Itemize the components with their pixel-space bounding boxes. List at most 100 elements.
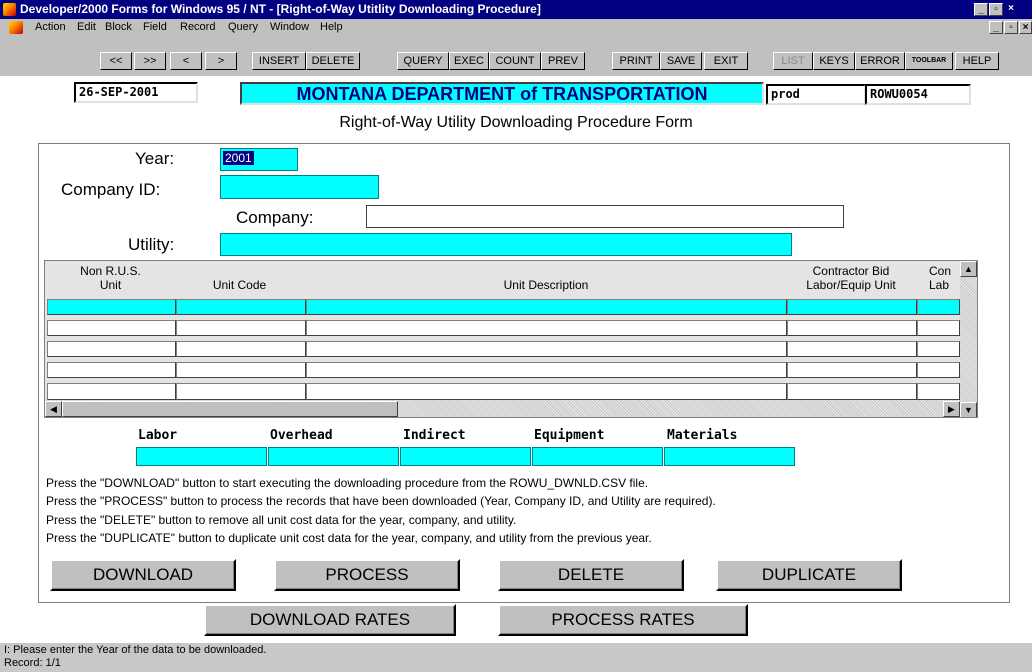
grid-cell[interactable] [787, 383, 917, 400]
company-id-field[interactable] [220, 175, 379, 199]
status-message: I: Please enter the Year of the data to … [4, 644, 267, 656]
grid-cell[interactable] [917, 320, 960, 336]
minimize-button[interactable]: _ [974, 3, 988, 16]
labor-total-field[interactable] [136, 447, 267, 466]
menu-query[interactable]: Query [228, 21, 258, 33]
col-header-line1: Contractor Bid [812, 264, 890, 278]
next-record-button[interactable]: > [205, 52, 237, 70]
mdi-restore-button[interactable]: ▫ [1004, 21, 1018, 34]
process-rates-button[interactable]: PROCESS RATES [498, 604, 748, 636]
mdi-close-button[interactable]: × [1019, 21, 1032, 34]
year-field[interactable]: 2001 [220, 148, 298, 171]
grid-cell[interactable] [176, 362, 306, 378]
grid-cell[interactable] [176, 341, 306, 357]
mdi-minimize-button[interactable]: _ [989, 21, 1003, 34]
menu-help[interactable]: Help [320, 21, 343, 33]
equipment-total-field[interactable] [532, 447, 663, 466]
record-indicator: Record: 1/1 [4, 657, 61, 669]
overhead-total-field[interactable] [268, 447, 399, 466]
unit-grid: Non R.U.S. Unit Unit Code Unit Descripti… [44, 260, 978, 418]
toolbar-toggle-button[interactable]: TOOLBAR [905, 52, 953, 70]
year-label: Year: [135, 149, 175, 168]
insert-button[interactable]: INSERT [252, 52, 306, 70]
menu-field[interactable]: Field [143, 21, 167, 33]
col-header-unit-description: Unit Description [503, 278, 589, 292]
database-field: prod [766, 84, 866, 105]
company-field[interactable] [366, 205, 844, 228]
title-bar[interactable]: Developer/2000 Forms for Windows 95 / NT… [0, 0, 1032, 19]
scroll-right-icon[interactable]: ▶ [943, 401, 960, 417]
vertical-scrollbar[interactable]: ▲ ▼ [960, 261, 977, 417]
document-icon[interactable] [9, 21, 23, 34]
grid-cell[interactable] [787, 320, 917, 336]
grid-cell[interactable] [306, 383, 787, 400]
query-button[interactable]: QUERY [397, 52, 449, 70]
menu-window[interactable]: Window [270, 21, 309, 33]
menu-edit[interactable]: Edit [77, 21, 96, 33]
grid-cell[interactable] [306, 299, 787, 315]
delete-toolbar-button[interactable]: DELETE [306, 52, 360, 70]
horizontal-scroll-thumb[interactable] [62, 401, 398, 417]
horizontal-scrollbar[interactable]: ◀ ▶ [45, 400, 960, 417]
exit-button[interactable]: EXIT [704, 52, 748, 70]
materials-label: Materials [667, 428, 738, 443]
indirect-total-field[interactable] [400, 447, 531, 466]
menu-action[interactable]: Action [35, 21, 66, 33]
delete-button[interactable]: DELETE [498, 559, 684, 591]
grid-cell[interactable] [787, 362, 917, 378]
first-record-button[interactable]: << [100, 52, 132, 70]
grid-cell[interactable] [176, 383, 306, 400]
exec-button[interactable]: EXEC [449, 52, 489, 70]
menu-block[interactable]: Block [105, 21, 132, 33]
grid-cell[interactable] [47, 320, 176, 336]
duplicate-button[interactable]: DUPLICATE [716, 559, 902, 591]
instruction-line: Press the "DOWNLOAD" button to start exe… [46, 476, 649, 490]
agency-banner: MONTANA DEPARTMENT of TRANSPORTATION [240, 82, 764, 105]
grid-cell[interactable] [917, 341, 960, 357]
last-record-button[interactable]: >> [134, 52, 166, 70]
menu-record[interactable]: Record [180, 21, 215, 33]
grid-cell[interactable] [917, 299, 960, 315]
app-icon[interactable] [3, 3, 16, 16]
grid-cell[interactable] [306, 341, 787, 357]
instruction-line: Press the "DELETE" button to remove all … [46, 513, 517, 527]
grid-cell[interactable] [176, 299, 306, 315]
col-header-line2: Lab [929, 278, 950, 292]
keys-button[interactable]: KEYS [813, 52, 855, 70]
maximize-button[interactable]: ▫ [989, 3, 1003, 16]
save-button[interactable]: SAVE [660, 52, 702, 70]
download-button[interactable]: DOWNLOAD [50, 559, 236, 591]
grid-cell[interactable] [47, 383, 176, 400]
labor-label: Labor [138, 428, 178, 443]
grid-cell[interactable] [176, 320, 306, 336]
grid-cell[interactable] [917, 362, 960, 378]
grid-cell[interactable] [787, 299, 917, 315]
grid-cell[interactable] [47, 341, 176, 357]
form-id-field: ROWU0054 [865, 84, 971, 105]
error-button[interactable]: ERROR [855, 52, 905, 70]
download-rates-button[interactable]: DOWNLOAD RATES [204, 604, 456, 636]
grid-cell[interactable] [787, 341, 917, 357]
grid-cell[interactable] [306, 320, 787, 336]
list-button: LIST [773, 52, 813, 70]
materials-total-field[interactable] [664, 447, 795, 466]
prev-button[interactable]: PREV [541, 52, 585, 70]
previous-record-button[interactable]: < [170, 52, 202, 70]
help-button[interactable]: HELP [955, 52, 999, 70]
process-button[interactable]: PROCESS [274, 559, 460, 591]
scroll-up-icon[interactable]: ▲ [960, 261, 977, 277]
instruction-line: Press the "PROCESS" button to process th… [46, 494, 716, 508]
indirect-label: Indirect [403, 428, 466, 443]
count-button[interactable]: COUNT [489, 52, 541, 70]
print-button[interactable]: PRINT [612, 52, 660, 70]
utility-field[interactable] [220, 233, 792, 256]
close-button[interactable]: × [1004, 3, 1018, 16]
scroll-left-icon[interactable]: ◀ [45, 401, 62, 417]
scroll-down-icon[interactable]: ▼ [960, 402, 977, 417]
col-header-non-rus-unit: Non R.U.S. Unit [49, 264, 172, 292]
grid-cell[interactable] [47, 362, 176, 378]
grid-cell[interactable] [306, 362, 787, 378]
grid-cell[interactable] [917, 383, 960, 400]
grid-cell[interactable] [47, 299, 176, 315]
form-title: Right-of-Way Utility Downloading Procedu… [339, 114, 693, 131]
